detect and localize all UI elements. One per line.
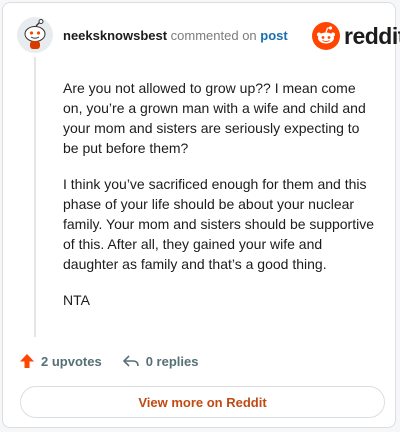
post-link[interactable]: post [260, 28, 287, 43]
reply-button[interactable]: 0 replies [122, 353, 199, 369]
action-text: commented on [170, 28, 257, 43]
reddit-snoo-icon [312, 22, 340, 50]
reddit-logo[interactable]: reddit [312, 21, 400, 51]
thread-line [34, 57, 36, 337]
reply-count: 0 replies [145, 353, 199, 369]
comment-paragraph: NTA [63, 292, 90, 308]
author-name[interactable]: neeksknowsbest [63, 28, 167, 43]
upvote-count: 2 upvotes [41, 353, 102, 369]
upvote-arrow-icon [20, 354, 34, 368]
comment-header: neeksknowsbest commented on post [63, 28, 288, 44]
upvote-button[interactable]: 2 upvotes [19, 353, 102, 369]
view-more-button[interactable]: View more on Reddit [20, 386, 385, 418]
avatar[interactable] [17, 17, 53, 53]
comment-paragraph: I think you’ve sacrificed enough for the… [63, 176, 375, 272]
reply-arrow-icon [122, 355, 139, 367]
comment-body: Are you not allowed to grow up?? I mean … [63, 78, 378, 326]
embedded-comment-card: neeksknowsbest commented on post reddit … [2, 2, 400, 428]
comment-actions: 2 upvotes 0 replies [19, 350, 218, 372]
brand-name: reddit [344, 22, 400, 49]
comment-paragraph: Are you not allowed to grow up?? I mean … [63, 80, 366, 156]
